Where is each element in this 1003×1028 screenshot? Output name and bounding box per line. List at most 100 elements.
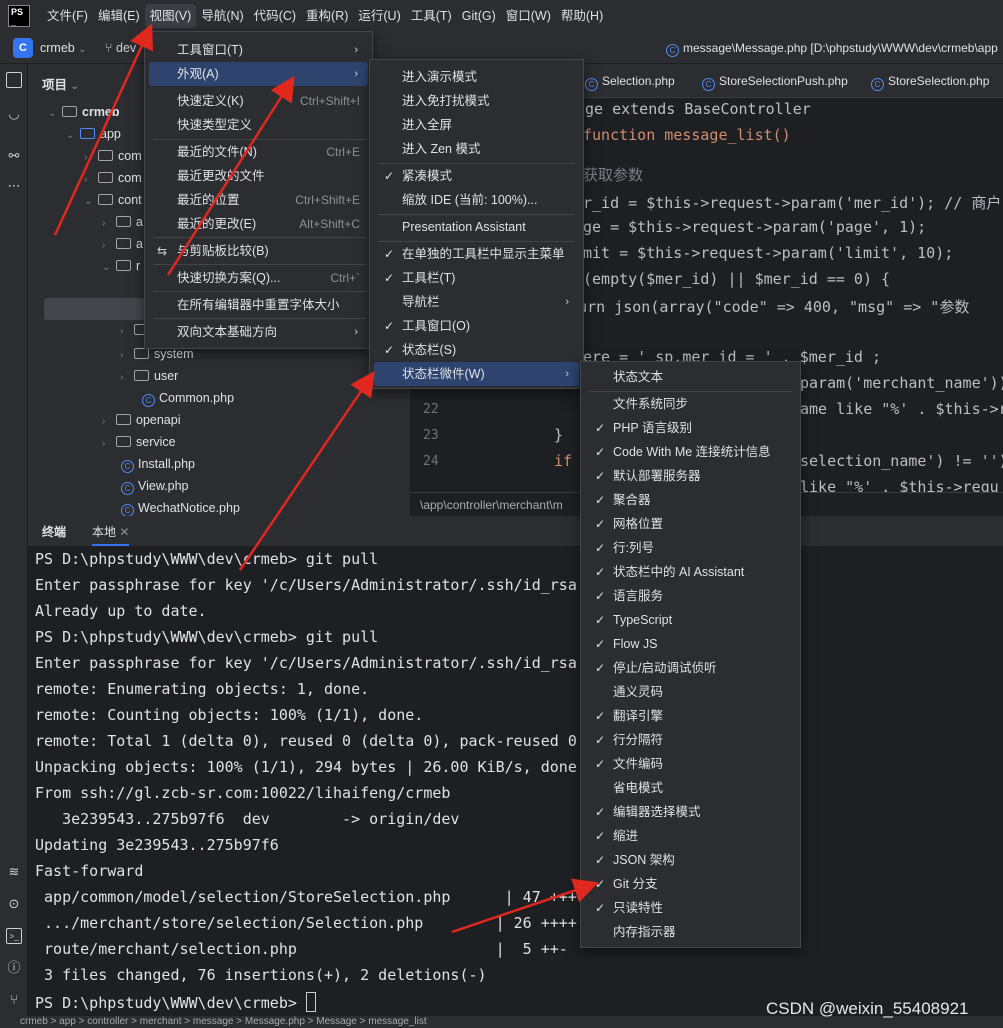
menu-item-recent-files[interactable]: 最近的文件(N) Ctrl+E — [149, 140, 360, 164]
menu-help[interactable]: 帮助(H) — [556, 4, 608, 28]
services-icon[interactable]: ⊙ — [6, 896, 22, 912]
menu-item-navigation-bar[interactable]: 导航栏 › — [374, 290, 579, 314]
menu-item-presentation-assistant[interactable]: Presentation Assistant — [374, 215, 579, 239]
tree-item[interactable]: › user — [120, 366, 178, 386]
menu-run[interactable]: 运行(U) — [353, 4, 405, 28]
php-file-icon: C — [585, 78, 598, 91]
menu-item-main-menu-toolbar[interactable]: ✓ 在单独的工具栏中显示主菜单 — [374, 242, 579, 266]
menu-item-bidi-direction[interactable]: 双向文本基础方向 › — [149, 320, 368, 344]
widget-read-only[interactable]: ✓ 只读特性 — [585, 896, 796, 920]
editor-tab[interactable]: C StoreSelection.php — [871, 74, 989, 91]
tree-item[interactable]: › openapi — [102, 410, 181, 430]
project-panel-title[interactable]: 项目 ⌄ — [42, 74, 79, 93]
menu-item-full-screen[interactable]: 进入全屏 — [374, 113, 579, 137]
menu-item-tool-window-bars[interactable]: ✓ 工具窗口(O) — [374, 314, 579, 338]
menu-window[interactable]: 窗口(W) — [501, 4, 556, 28]
check-icon: ✓ — [595, 853, 606, 867]
tree-item[interactable]: › service — [102, 432, 176, 452]
menu-item-appearance[interactable]: 外观(A) › — [149, 62, 368, 86]
widget-debug-listening[interactable]: ✓ 停止/启动调试侦听 — [585, 656, 796, 680]
widget-line-column[interactable]: ✓ 行:列号 — [585, 536, 796, 560]
widget-tongyi[interactable]: 通义灵码 — [585, 680, 796, 704]
tree-item[interactable]: › com — [84, 146, 142, 166]
widget-aggregator[interactable]: ✓ 聚合器 — [585, 488, 796, 512]
tree-item[interactable]: C View.php — [121, 476, 189, 496]
tree-item[interactable]: ⌄ app — [66, 124, 121, 144]
widget-indent[interactable]: ✓ 缩进 — [585, 824, 796, 848]
widget-grid-position[interactable]: ✓ 网格位置 — [585, 512, 796, 536]
widget-git-branch[interactable]: ✓ Git 分支 — [585, 872, 796, 896]
tree-item[interactable]: C WechatNotice.php — [121, 498, 240, 516]
editor-tab[interactable]: C Selection.php — [585, 74, 675, 91]
menu-item-recent-locations[interactable]: 最近的位置 Ctrl+Shift+E — [149, 188, 360, 212]
menu-item-distraction-free[interactable]: 进入免打扰模式 — [374, 89, 579, 113]
menu-item-tool-windows[interactable]: 工具窗口(T) › — [149, 38, 368, 62]
terminal-prompt[interactable]: PS D:\phpstudy\WWW\dev\crmeb> — [35, 992, 316, 1012]
widget-fs-sync[interactable]: 文件系统同步 — [585, 392, 796, 416]
tree-item[interactable]: C Common.php — [142, 388, 234, 408]
project-folder-icon[interactable] — [6, 72, 22, 88]
widget-flow-js[interactable]: ✓ Flow JS — [585, 632, 796, 656]
more-icon[interactable]: ⋯ — [6, 178, 22, 194]
git-icon[interactable]: ⑂ — [6, 992, 22, 1008]
close-icon[interactable]: ✕ — [119, 525, 129, 539]
widget-ai-assistant[interactable]: ✓ 状态栏中的 AI Assistant — [585, 560, 796, 584]
menu-tools[interactable]: 工具(T) — [406, 4, 457, 28]
tree-item[interactable]: ⌄ r — [102, 256, 140, 276]
commit-icon[interactable]: ◡ — [6, 106, 22, 122]
project-badge[interactable]: C — [13, 38, 33, 58]
menu-item-compare-clipboard[interactable]: ⇆ 与剪贴板比较(B) — [149, 239, 360, 263]
menu-refactor[interactable]: 重构(R) — [301, 4, 353, 28]
tree-item[interactable]: C Install.php — [121, 454, 195, 474]
widget-line-separator[interactable]: ✓ 行分隔符 — [585, 728, 796, 752]
menu-edit[interactable]: 编辑(E) — [93, 4, 145, 28]
menu-item-zoom-ide[interactable]: 缩放 IDE (当前: 100%)... — [374, 188, 579, 212]
menu-code[interactable]: 代码(C) — [249, 4, 301, 28]
terminal-line: app/common/model/selection/StoreSelectio… — [35, 888, 586, 906]
tree-item[interactable]: › a — [102, 234, 143, 254]
tree-item[interactable]: ⌄ cont — [84, 190, 142, 210]
menu-item-quick-switch-scheme[interactable]: 快速切换方案(Q)... Ctrl+` — [149, 266, 360, 290]
tree-item[interactable]: ⌄ crmeb — [48, 102, 120, 122]
menu-item-toolbar[interactable]: ✓ 工具栏(T) — [374, 266, 579, 290]
database-icon[interactable]: ≋ — [6, 864, 22, 880]
folder-icon — [134, 370, 149, 381]
menu-view[interactable]: 视图(V) — [144, 4, 197, 28]
problems-icon[interactable]: ⓘ — [6, 960, 22, 976]
menu-file[interactable]: 文件(F) — [42, 4, 93, 28]
widget-selection-mode[interactable]: ✓ 编辑器选择模式 — [585, 800, 796, 824]
menu-item-reset-font-size[interactable]: 在所有编辑器中重置字体大小 — [149, 293, 360, 317]
terminal-icon[interactable]: >_ — [6, 928, 22, 944]
widget-language-services[interactable]: ✓ 语言服务 — [585, 584, 796, 608]
structure-icon[interactable]: ⚯ — [6, 148, 22, 164]
project-name[interactable]: crmeb ⌄ — [40, 41, 87, 55]
widget-translation[interactable]: ✓ 翻译引擎 — [585, 704, 796, 728]
widget-power-save[interactable]: 省电模式 — [585, 776, 796, 800]
terminal-title[interactable]: 终端 — [42, 523, 66, 540]
menu-item-status-text[interactable]: 状态文本 — [585, 365, 796, 389]
tree-item[interactable]: › com — [84, 168, 142, 188]
widget-php-level[interactable]: ✓ PHP 语言级别 — [585, 416, 796, 440]
widget-memory-indicator[interactable]: 内存指示器 — [585, 920, 796, 944]
widget-file-encoding[interactable]: ✓ 文件编码 — [585, 752, 796, 776]
menu-item-compact-mode[interactable]: ✓ 紧凑模式 — [374, 164, 579, 188]
tree-item[interactable]: › a — [102, 212, 143, 232]
menu-item-quick-type-definition[interactable]: 快速类型定义 — [149, 113, 360, 137]
menu-item-status-bar[interactable]: ✓ 状态栏(S) — [374, 338, 579, 362]
menu-item-quick-definition[interactable]: 快速定义(K) Ctrl+Shift+I — [149, 89, 360, 113]
widget-typescript[interactable]: ✓ TypeScript — [585, 608, 796, 632]
widget-json-schema[interactable]: ✓ JSON 架构 — [585, 848, 796, 872]
menu-item-recently-changed-files[interactable]: 最近更改的文件 — [149, 164, 360, 188]
widget-deployment-server[interactable]: ✓ 默认部署服务器 — [585, 464, 796, 488]
menu-git[interactable]: Git(G) — [457, 4, 501, 28]
widget-code-with-me[interactable]: ✓ Code With Me 连接统计信息 — [585, 440, 796, 464]
editor-tab[interactable]: C StoreSelectionPush.php — [702, 74, 848, 91]
tab-local[interactable]: 本地 ✕ — [92, 523, 130, 546]
menu-item-presentation-mode[interactable]: 进入演示模式 — [374, 65, 579, 89]
menu-navigate[interactable]: 导航(N) — [196, 4, 248, 28]
menu-separator — [153, 237, 366, 238]
menu-item-recent-changes[interactable]: 最近的更改(E) Alt+Shift+C — [149, 212, 360, 236]
menu-item-zen-mode[interactable]: 进入 Zen 模式 — [374, 137, 579, 161]
branch-widget[interactable]: ⑂ dev — [105, 41, 136, 55]
menu-item-status-bar-widgets[interactable]: 状态栏微件(W) › — [374, 362, 579, 386]
